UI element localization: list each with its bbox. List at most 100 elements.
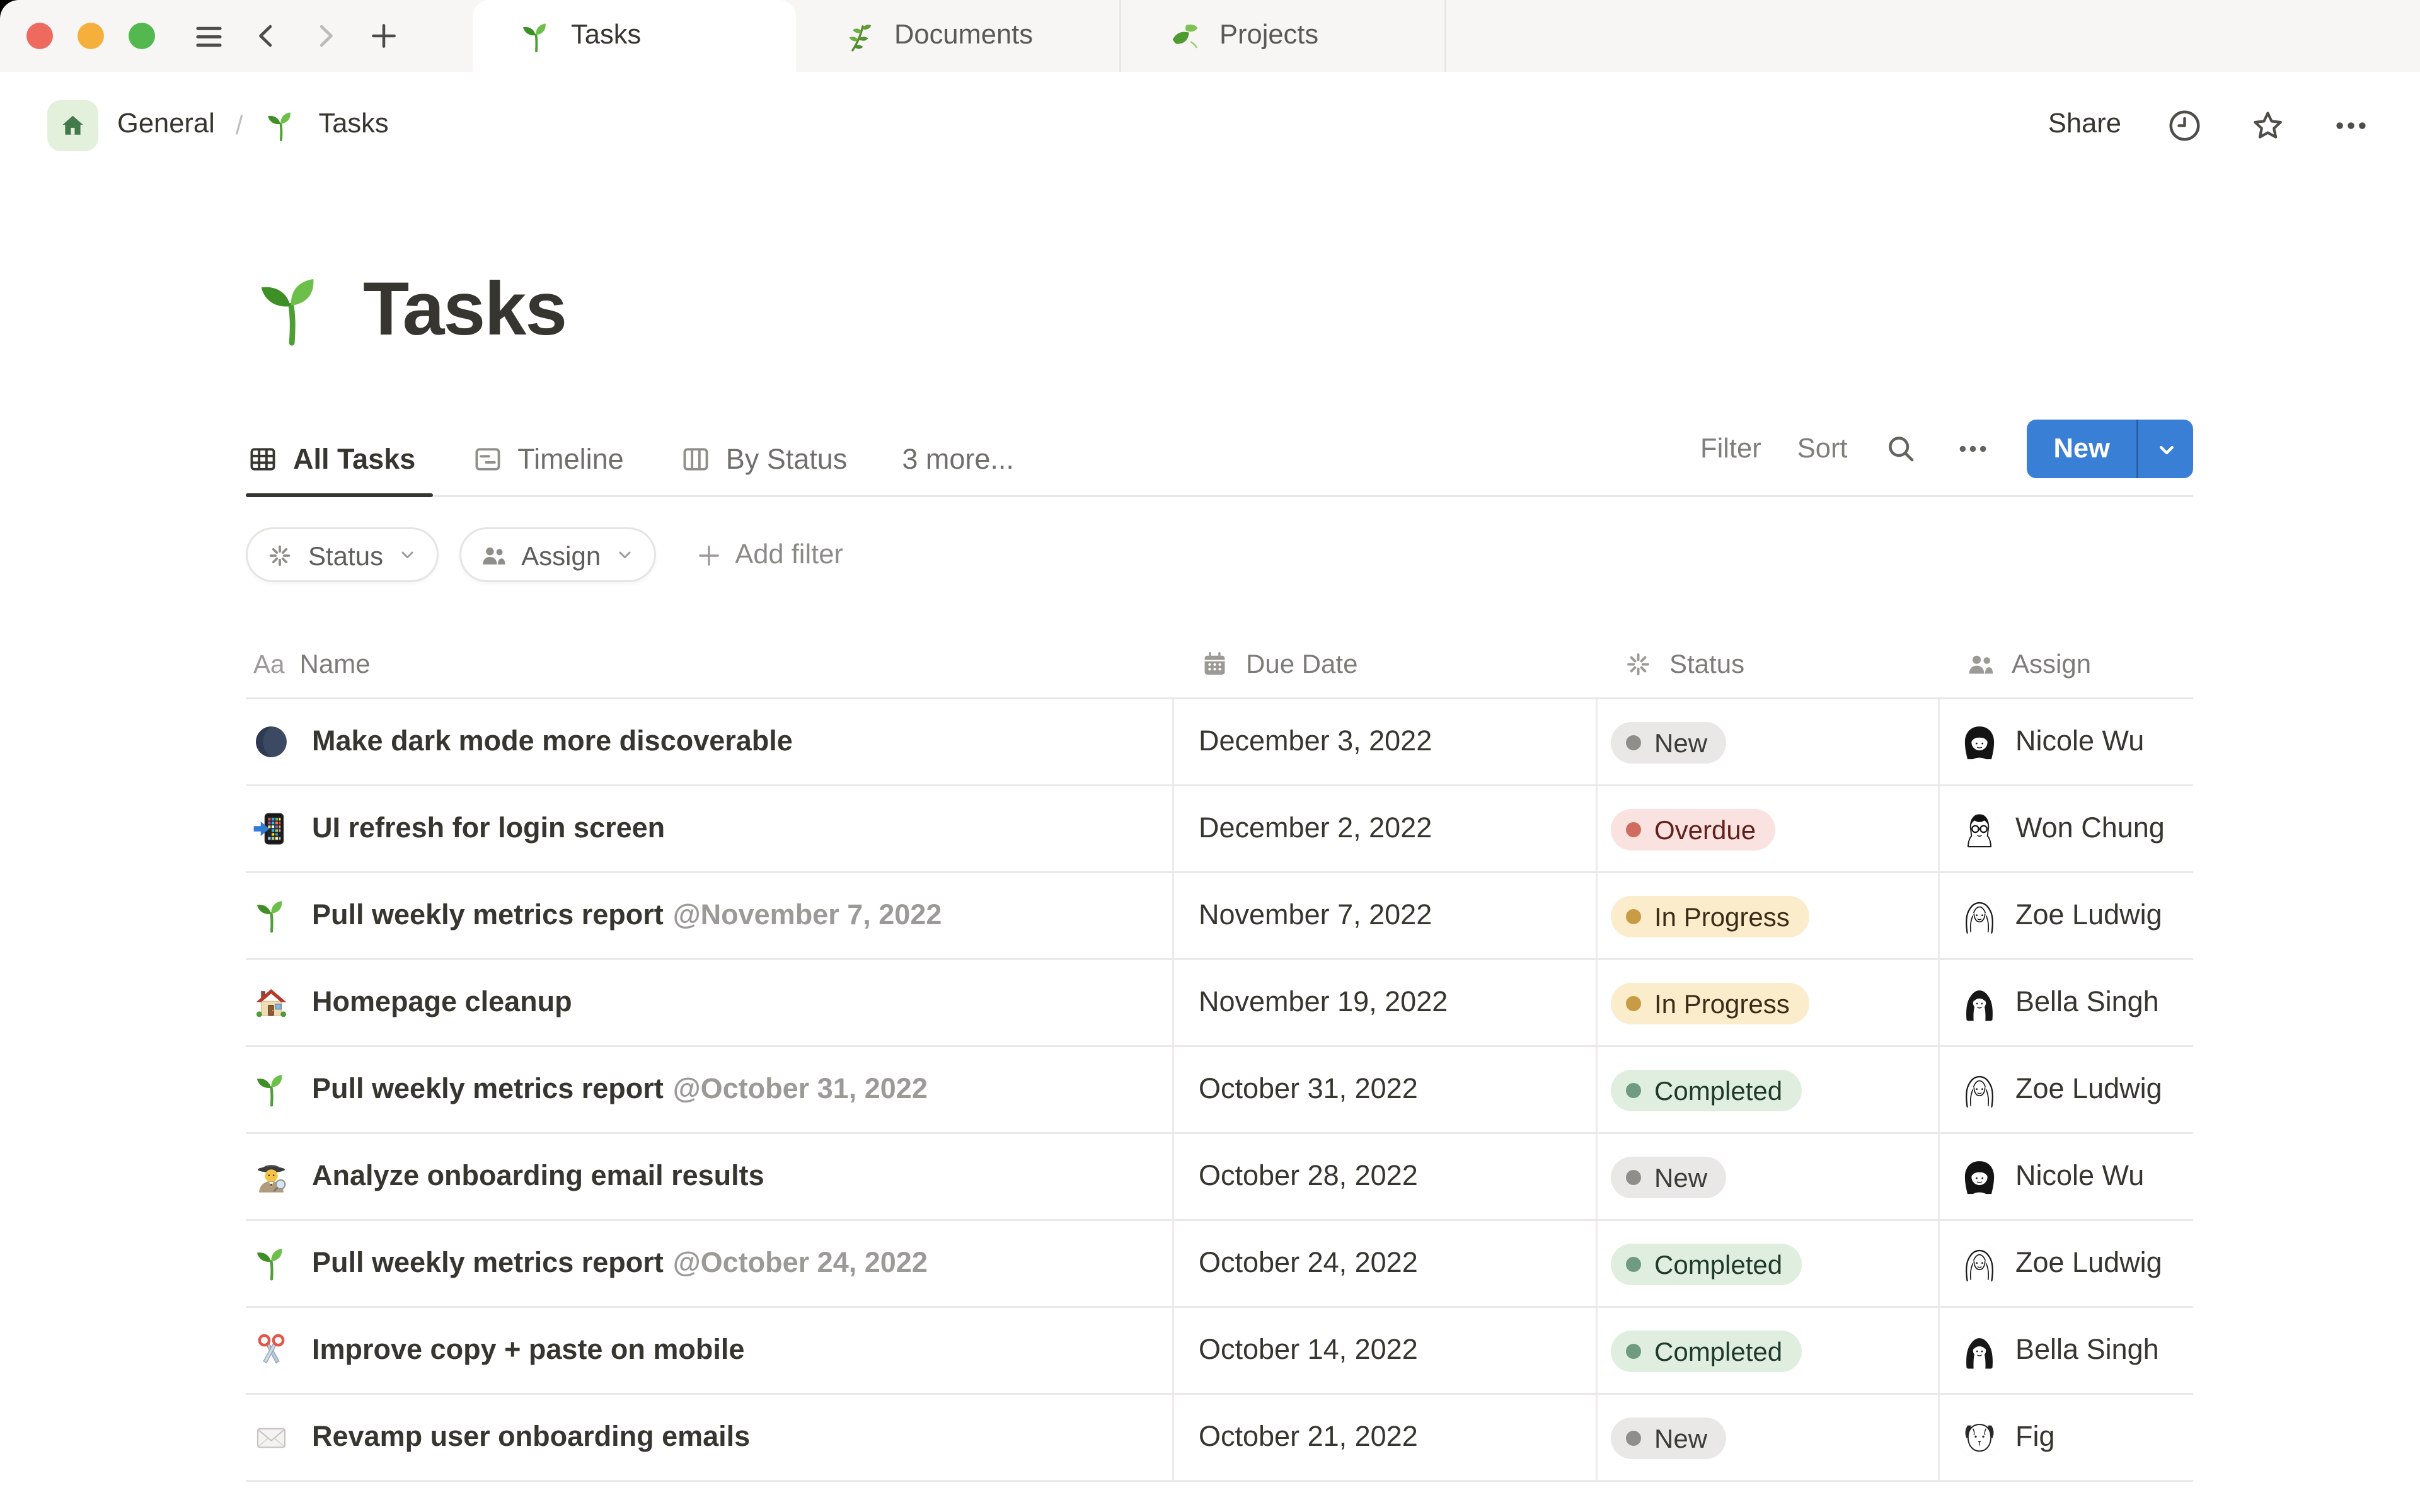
task-name-cell[interactable]: Improve copy + paste on mobile [246,1308,1172,1393]
task-status-cell[interactable]: Completed [1596,1221,1938,1306]
task-name-cell[interactable]: Pull weekly metrics report @November 7, 2… [246,873,1172,958]
status-badge[interactable]: Completed [1611,1068,1802,1111]
table-row[interactable]: Pull weekly metrics report @October 31, 2… [246,1047,2193,1134]
task-due-date[interactable]: December 2, 2022 [1172,786,1596,871]
task-due-date[interactable]: October 21, 2022 [1172,1395,1596,1480]
star-icon[interactable] [2248,105,2288,145]
share-button[interactable]: Share [2048,110,2121,140]
task-name-cell[interactable]: Revamp user onboarding emails [246,1395,1172,1480]
task-due-date[interactable]: November 19, 2022 [1172,960,1596,1045]
task-name-cell[interactable]: Homepage cleanup [246,960,1172,1045]
task-title[interactable]: Pull weekly metrics report [312,1247,664,1280]
task-title[interactable]: UI refresh for login screen [312,813,666,845]
task-date-mention[interactable]: @November 7, 2022 [672,900,942,932]
filter-button[interactable]: Filter [1700,434,1761,464]
status-badge[interactable]: New [1611,1155,1727,1198]
column-header-status[interactable]: Status [1596,648,1938,680]
table-row[interactable]: Pull weekly metrics report @October 24, 2… [246,1221,2193,1308]
filter-chip-assign[interactable]: Assign [459,527,656,582]
task-title[interactable]: Analyze onboarding email results [312,1160,764,1193]
task-status-cell[interactable]: New [1596,1134,1938,1219]
breadcrumb-current[interactable]: Tasks [318,110,388,140]
task-due-date[interactable]: October 31, 2022 [1172,1047,1596,1132]
table-row[interactable]: UI refresh for login screen December 2, … [246,786,2193,873]
status-badge[interactable]: Completed [1611,1329,1802,1372]
status-badge[interactable]: New [1611,1416,1727,1458]
task-status-cell[interactable]: Completed [1596,1308,1938,1393]
task-status-cell[interactable]: In Progress [1596,960,1938,1045]
task-status-cell[interactable]: New [1596,1395,1938,1480]
task-assign-cell[interactable]: Zoe Ludwig [1938,873,2193,958]
task-status-cell[interactable]: Completed [1596,1047,1938,1132]
back-button[interactable] [244,13,289,59]
more-options-icon[interactable] [1956,431,1991,467]
filter-chip-status[interactable]: Status [246,527,439,582]
view-tab-all-tasks[interactable]: All Tasks [246,427,436,497]
task-name-cell[interactable]: Make dark mode more discoverable [246,699,1172,784]
home-badge[interactable] [47,99,98,151]
forward-button[interactable] [302,13,348,59]
task-due-date[interactable]: October 24, 2022 [1172,1221,1596,1306]
task-assign-cell[interactable]: Bella Singh [1938,1308,2193,1393]
table-row[interactable]: Improve copy + paste on mobile October 1… [246,1308,2193,1395]
add-filter-button[interactable]: Add filter [693,540,843,570]
task-status-cell[interactable]: New [1596,699,1938,784]
table-row[interactable]: Revamp user onboarding emails October 21… [246,1395,2193,1482]
column-header-assign[interactable]: Assign [1938,648,2193,680]
window-tab-documents[interactable]: Documents [796,0,1121,72]
table-row[interactable]: Make dark mode more discoverable Decembe… [246,699,2193,786]
task-name-cell[interactable]: Analyze onboarding email results [246,1134,1172,1219]
sidebar-toggle-button[interactable] [185,13,231,59]
view-tab-timeline[interactable]: Timeline [449,427,644,495]
task-assign-cell[interactable]: Won Chung [1938,786,2193,871]
new-button-label[interactable]: New [2027,420,2136,478]
task-due-date[interactable]: December 3, 2022 [1172,699,1596,784]
task-assign-cell[interactable]: Zoe Ludwig [1938,1047,2193,1132]
task-title[interactable]: Improve copy + paste on mobile [312,1334,745,1366]
task-title[interactable]: Revamp user onboarding emails [312,1421,751,1453]
task-assign-cell[interactable]: Zoe Ludwig [1938,1221,2193,1306]
task-date-mention[interactable]: @October 24, 2022 [672,1247,928,1280]
view-tab-3-more[interactable]: 3 more... [881,428,1035,495]
task-assign-cell[interactable]: Nicole Wu [1938,699,2193,784]
table-row[interactable]: Pull weekly metrics report @November 7, 2… [246,873,2193,960]
new-button-dropdown[interactable] [2138,420,2193,478]
task-due-date[interactable]: November 7, 2022 [1172,873,1596,958]
task-due-date[interactable]: October 14, 2022 [1172,1308,1596,1393]
sort-button[interactable]: Sort [1797,434,1848,464]
task-title[interactable]: Pull weekly metrics report [312,900,664,932]
task-title[interactable]: Make dark mode more discoverable [312,726,793,758]
minimize-window-button[interactable] [78,23,104,49]
breadcrumb-root[interactable]: General [117,110,215,140]
window-tab-projects[interactable]: Projects [1121,0,1446,72]
task-assign-cell[interactable]: Fig [1938,1395,2193,1480]
clock-icon[interactable] [2165,105,2204,145]
task-assign-cell[interactable]: Bella Singh [1938,960,2193,1045]
column-header-due-date[interactable]: Due Date [1172,648,1596,680]
table-row[interactable]: Analyze onboarding email results October… [246,1134,2193,1221]
task-name-cell[interactable]: Pull weekly metrics report @October 31, 2… [246,1047,1172,1132]
status-badge[interactable]: New [1611,721,1727,763]
task-title[interactable]: Pull weekly metrics report [312,1074,664,1106]
new-tab-button[interactable] [361,13,406,59]
view-tab-by-status[interactable]: By Status [658,427,868,495]
more-options-icon[interactable] [2331,105,2371,145]
page-title-text[interactable]: Tasks [363,265,567,355]
task-status-cell[interactable]: Overdue [1596,786,1938,871]
task-status-cell[interactable]: In Progress [1596,873,1938,958]
table-row[interactable]: Homepage cleanup November 19, 2022 In Pr… [246,960,2193,1047]
task-name-cell[interactable]: Pull weekly metrics report @October 24, 2… [246,1221,1172,1306]
status-badge[interactable]: Completed [1611,1242,1802,1285]
task-name-cell[interactable]: UI refresh for login screen [246,786,1172,871]
task-title[interactable]: Homepage cleanup [312,987,572,1019]
search-icon[interactable] [1884,431,1920,467]
status-badge[interactable]: In Progress [1611,982,1809,1024]
column-header-name[interactable]: Aa Name [246,648,1172,679]
task-due-date[interactable]: October 28, 2022 [1172,1134,1596,1219]
close-window-button[interactable] [26,23,53,49]
status-badge[interactable]: In Progress [1611,895,1809,937]
task-date-mention[interactable]: @October 31, 2022 [672,1074,928,1106]
task-assign-cell[interactable]: Nicole Wu [1938,1134,2193,1219]
window-tab-tasks[interactable]: Tasks [473,0,796,72]
zoom-window-button[interactable] [129,23,155,49]
